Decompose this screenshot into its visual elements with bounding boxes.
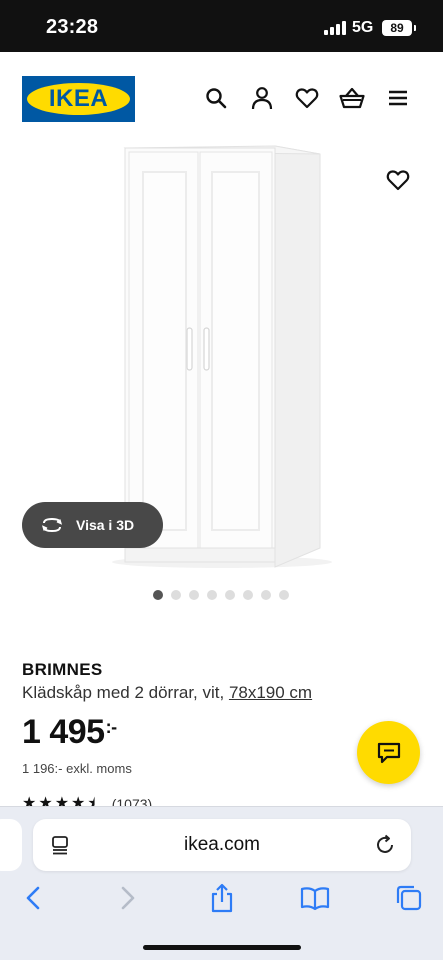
site-header: IKEA (0, 52, 443, 142)
gallery-dot[interactable] (279, 590, 289, 600)
price-excl-vat: 1 196:- exkl. moms (22, 761, 132, 776)
rotate-3d-icon (41, 517, 63, 533)
gallery-pagination[interactable] (153, 590, 289, 600)
network-type: 5G (352, 19, 374, 36)
menu-icon[interactable] (384, 84, 412, 112)
url-text: ikea.com (183, 834, 261, 855)
chat-icon (377, 742, 400, 763)
gallery-dot[interactable] (243, 590, 253, 600)
gallery-dot[interactable] (261, 590, 271, 600)
forward-icon[interactable] (113, 883, 143, 913)
wishlist-heart-icon[interactable] (293, 84, 321, 112)
gallery-dot[interactable] (207, 590, 217, 600)
tabs-icon[interactable] (394, 883, 424, 913)
product-favorite-heart-icon[interactable] (384, 166, 412, 194)
previous-tab-preview[interactable] (0, 819, 22, 871)
account-icon[interactable] (248, 84, 276, 112)
product-description-text: Klädskåp med 2 dörrar, vit, (22, 683, 229, 702)
price-suffix: :- (105, 717, 118, 737)
bookmarks-icon[interactable] (300, 883, 330, 913)
view-in-3d-button[interactable]: Visa i 3D (22, 502, 163, 548)
signal-icon (324, 21, 346, 35)
search-icon[interactable] (202, 84, 230, 112)
product-description: Klädskåp med 2 dörrar, vit, 78x190 cm (22, 683, 312, 703)
gallery-dot[interactable] (153, 590, 163, 600)
status-time: 23:28 (46, 16, 99, 38)
logo-text: IKEA (48, 85, 109, 112)
product-size-link[interactable]: 78x190 cm (229, 683, 312, 702)
address-bar[interactable]: ikea.com (33, 819, 411, 871)
status-bar: 23:28 5G 89 (0, 0, 443, 52)
view-in-3d-label: Visa i 3D (76, 517, 135, 533)
product-price: 1 495:- (22, 713, 117, 752)
browser-toolbar: ikea.com (0, 806, 443, 960)
reload-icon[interactable] (373, 833, 397, 857)
price-value: 1 495 (22, 713, 105, 751)
gallery-dot[interactable] (225, 590, 235, 600)
battery-icon: 89 (382, 20, 416, 36)
back-icon[interactable] (18, 883, 48, 913)
ikea-logo[interactable]: IKEA (22, 76, 135, 122)
gallery-dot[interactable] (189, 590, 199, 600)
chat-button[interactable] (357, 721, 420, 784)
home-indicator (143, 945, 301, 950)
gallery-dot[interactable] (171, 590, 181, 600)
share-icon[interactable] (207, 883, 237, 913)
product-name: BRIMNES (22, 660, 103, 679)
basket-icon[interactable] (338, 84, 366, 112)
